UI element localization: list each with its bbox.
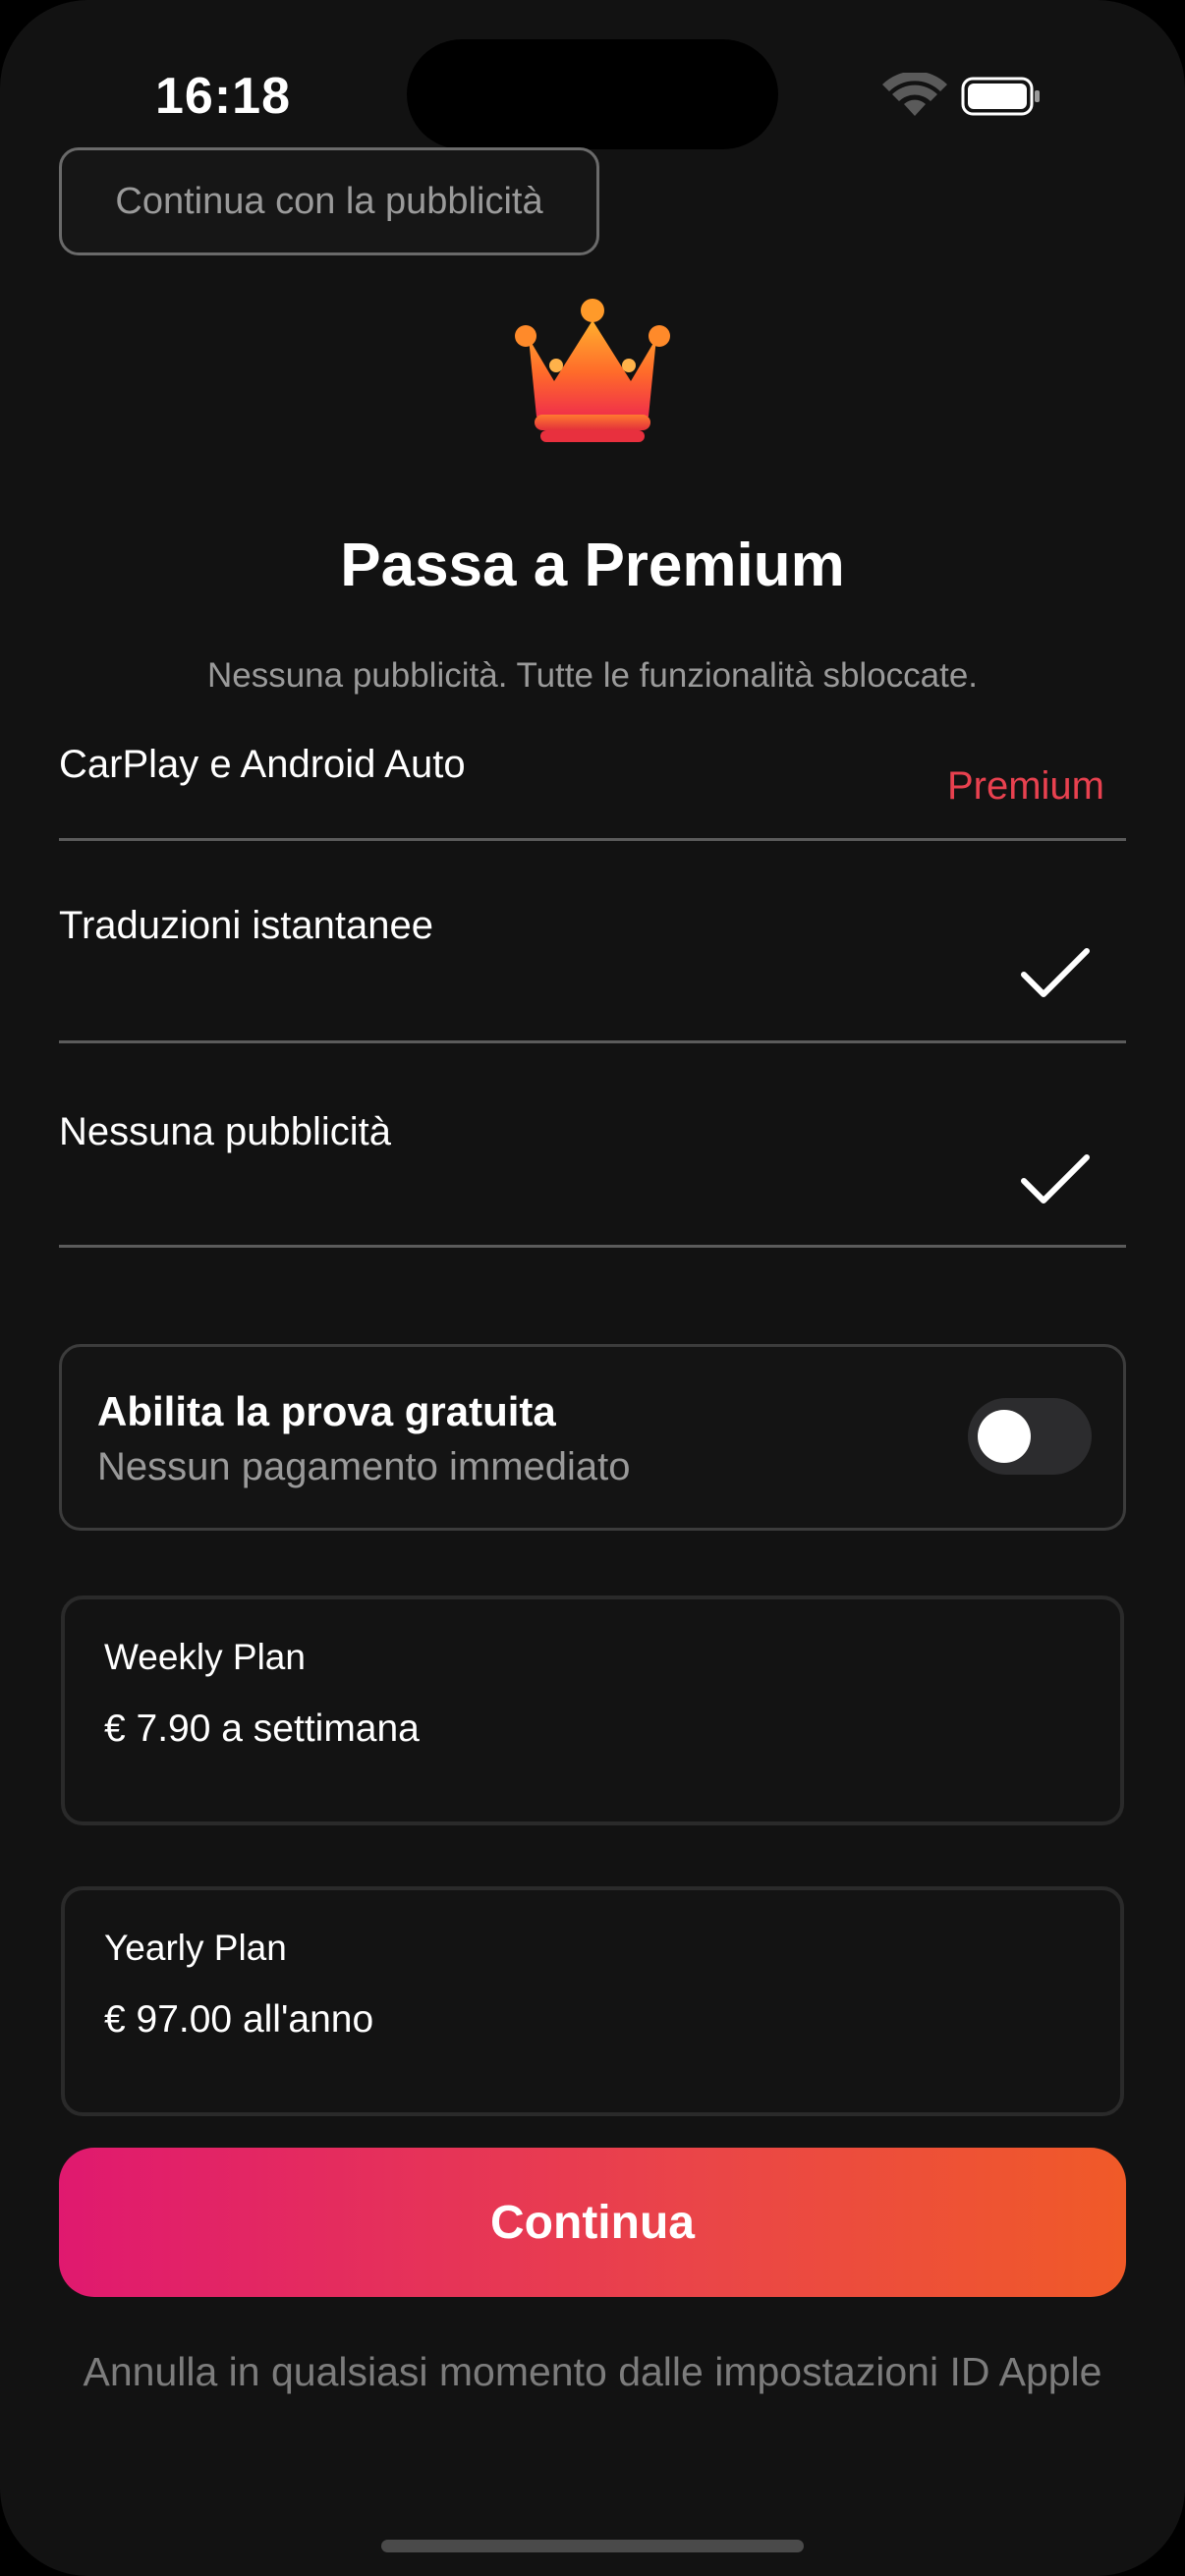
plan-option-yearly[interactable]: Yearly Plan € 97.00 all'anno <box>61 1886 1124 2116</box>
feature-label: CarPlay e Android Auto <box>59 743 466 786</box>
plan-price: € 97.00 all'anno <box>104 1998 374 2041</box>
dynamic-island <box>407 39 778 149</box>
continue-button[interactable]: Continua <box>59 2148 1126 2297</box>
battery-icon <box>961 77 1040 116</box>
toggle-knob <box>978 1410 1031 1463</box>
feature-label: Traduzioni istantanee <box>59 904 433 947</box>
feature-row-carplay: CarPlay e Android Auto Premium <box>59 739 1126 841</box>
free-trial-subtitle: Nessun pagamento immediato <box>97 1445 631 1488</box>
continue-with-ads-button[interactable]: Continua con la pubblicità <box>59 147 599 255</box>
feature-row-translations: Traduzioni istantanee <box>59 841 1126 1043</box>
status-time: 16:18 <box>155 68 291 125</box>
feature-label: Nessuna pubblicità <box>59 1110 391 1153</box>
free-trial-title: Abilita la prova gratuita <box>97 1388 556 1434</box>
page-title: Passa a Premium <box>340 532 845 599</box>
checkmark-icon <box>1021 948 1090 997</box>
feature-row-no-ads: Nessuna pubblicità <box>59 1043 1126 1248</box>
crown-icon <box>515 299 670 442</box>
plan-name: Yearly Plan <box>104 1928 287 1968</box>
premium-badge: Premium <box>946 764 1104 808</box>
home-indicator[interactable] <box>381 2540 804 2552</box>
free-trial-toggle[interactable] <box>968 1398 1092 1475</box>
page-subtitle: Nessuna pubblicità. Tutte le funzionalit… <box>206 656 979 695</box>
free-trial-card: Abilita la prova gratuita Nessun pagamen… <box>59 1344 1126 1531</box>
cancel-info-text: Annulla in qualsiasi momento dalle impos… <box>83 2349 1102 2394</box>
checkmark-icon <box>1021 1154 1090 1204</box>
plan-option-weekly[interactable]: Weekly Plan € 7.90 a settimana <box>61 1596 1124 1825</box>
plan-price: € 7.90 a settimana <box>104 1708 420 1750</box>
paywall-screen: 16:18 Continua con la pubblicità Passa a… <box>0 0 1185 2576</box>
plan-name: Weekly Plan <box>104 1637 306 1677</box>
wifi-icon <box>882 73 947 116</box>
